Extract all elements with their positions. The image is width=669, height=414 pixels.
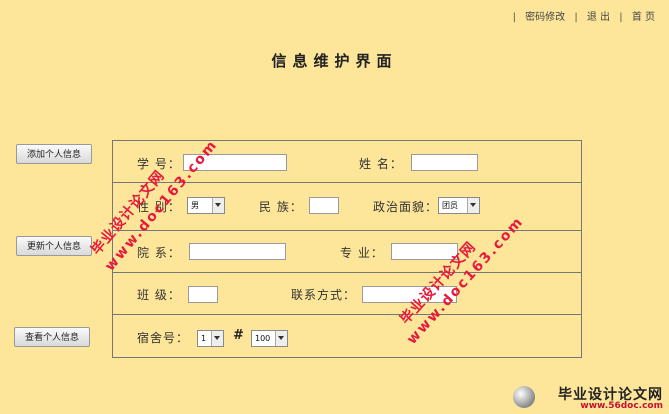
- dorm-label: 宿舍号：: [137, 331, 190, 345]
- department-label: 院 系：: [137, 246, 181, 260]
- name-input[interactable]: [411, 154, 478, 171]
- chevron-down-icon: [275, 331, 287, 346]
- form-row-class-contact: 班 级： 联系方式：: [113, 272, 581, 315]
- nav-separator: |: [512, 12, 516, 23]
- nav-home-link[interactable]: 首 页: [632, 8, 655, 23]
- nav-separator: |: [574, 12, 578, 23]
- page-title: 信息维护界面: [271, 52, 398, 70]
- update-info-button[interactable]: 更新个人信息: [16, 236, 92, 256]
- chevron-down-icon: [211, 331, 223, 346]
- dorm-building-select-value: 1: [201, 334, 207, 343]
- dorm-room-select[interactable]: 100: [251, 330, 288, 347]
- dorm-hash-symbol: #: [233, 328, 244, 343]
- name-label: 姓 名：: [359, 157, 403, 171]
- ethnicity-label: 民 族：: [259, 200, 303, 214]
- form-row-dorm: 宿舍号： 1 # 100: [113, 314, 581, 357]
- political-status-label: 政治面貌：: [373, 200, 439, 214]
- globe-icon: [513, 386, 535, 408]
- gender-select[interactable]: 男: [187, 197, 225, 214]
- nav-separator: |: [619, 12, 623, 23]
- site-logo: 毕业设计论文网 www.56doc.com: [505, 384, 665, 412]
- top-nav: | 密码修改 | 退 出 | 首 页: [511, 8, 659, 23]
- political-status-select[interactable]: 团员: [438, 197, 480, 214]
- view-info-button[interactable]: 查看个人信息: [14, 327, 90, 347]
- nav-change-password-link[interactable]: 密码修改: [525, 8, 565, 23]
- contact-label: 联系方式：: [291, 288, 357, 302]
- class-input[interactable]: [188, 286, 218, 303]
- class-label: 班 级：: [137, 288, 181, 302]
- ethnicity-input[interactable]: [309, 197, 339, 214]
- gender-select-value: 男: [191, 201, 199, 210]
- dorm-building-select[interactable]: 1: [197, 330, 224, 347]
- add-info-button[interactable]: 添加个人信息: [16, 144, 92, 164]
- chevron-down-icon: [212, 198, 224, 213]
- dorm-room-select-value: 100: [255, 334, 271, 343]
- logo-url: www.56doc.com: [580, 401, 663, 411]
- department-input[interactable]: [189, 243, 286, 260]
- chevron-down-icon: [467, 198, 479, 213]
- nav-logout-link[interactable]: 退 出: [587, 8, 610, 23]
- major-label: 专 业：: [340, 246, 384, 260]
- political-status-select-value: 团员: [442, 201, 458, 210]
